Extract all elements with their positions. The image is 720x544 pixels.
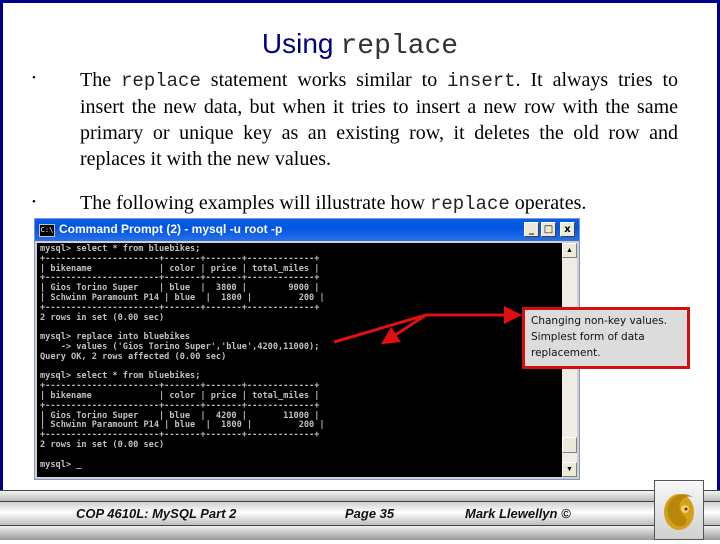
- maximize-button[interactable]: □: [541, 222, 556, 237]
- minimize-button[interactable]: _: [524, 222, 539, 237]
- text-run: operates.: [509, 192, 587, 214]
- footer-band-top: [0, 490, 720, 502]
- title-code: replace: [340, 31, 459, 62]
- slide-footer: COP 4610L: MySQL Part 2 Page 35 Mark Lle…: [0, 490, 720, 540]
- bullet-2-text: The following examples will illustrate h…: [80, 190, 678, 217]
- callout-box: Changing non-key values. Simplest form o…: [522, 307, 690, 369]
- footer-author: Mark Llewellyn ©: [465, 506, 571, 521]
- code-run: replace: [429, 193, 510, 215]
- console-icon[interactable]: C:\: [39, 224, 55, 237]
- ucf-logo: [654, 480, 704, 540]
- window-title: Command Prompt (2) - mysql -u root -p: [59, 222, 283, 236]
- bullet-marker: •: [32, 196, 36, 208]
- code-run: insert: [447, 70, 516, 92]
- slide-border-top: [0, 0, 720, 3]
- scroll-down-button[interactable]: ▼: [562, 462, 577, 477]
- slide-border-left: [0, 0, 3, 490]
- footer-page-number: Page 35: [345, 506, 395, 521]
- text-run: The following examples will illustrate h…: [80, 192, 430, 214]
- code-run: replace: [121, 70, 201, 92]
- title-text: Using: [261, 28, 334, 59]
- slide: Using replace • The replace statement wo…: [0, 0, 720, 540]
- text-run: The: [80, 69, 122, 91]
- scroll-thumb[interactable]: [562, 436, 577, 453]
- footer-band-bottom: [0, 526, 720, 540]
- command-prompt-window[interactable]: C:\ Command Prompt (2) - mysql -u root -…: [34, 218, 580, 480]
- scroll-up-button[interactable]: ▲: [562, 243, 577, 258]
- close-button[interactable]: x: [560, 222, 575, 237]
- pegasus-logo-icon: [664, 494, 694, 530]
- console-text: mysql> select * from bluebikes; +-------…: [40, 244, 325, 470]
- bullet-1-text: The replace statement works similar to i…: [80, 67, 678, 172]
- footer-course: COP 4610L: MySQL Part 2: [76, 506, 237, 521]
- bullet-marker: •: [32, 72, 36, 84]
- text-run: statement works similar to: [200, 69, 448, 91]
- slide-title: Using replace: [0, 28, 720, 62]
- window-titlebar[interactable]: C:\ Command Prompt (2) - mysql -u root -…: [35, 219, 579, 241]
- console-output[interactable]: mysql> select * from bluebikes; +-------…: [37, 243, 563, 477]
